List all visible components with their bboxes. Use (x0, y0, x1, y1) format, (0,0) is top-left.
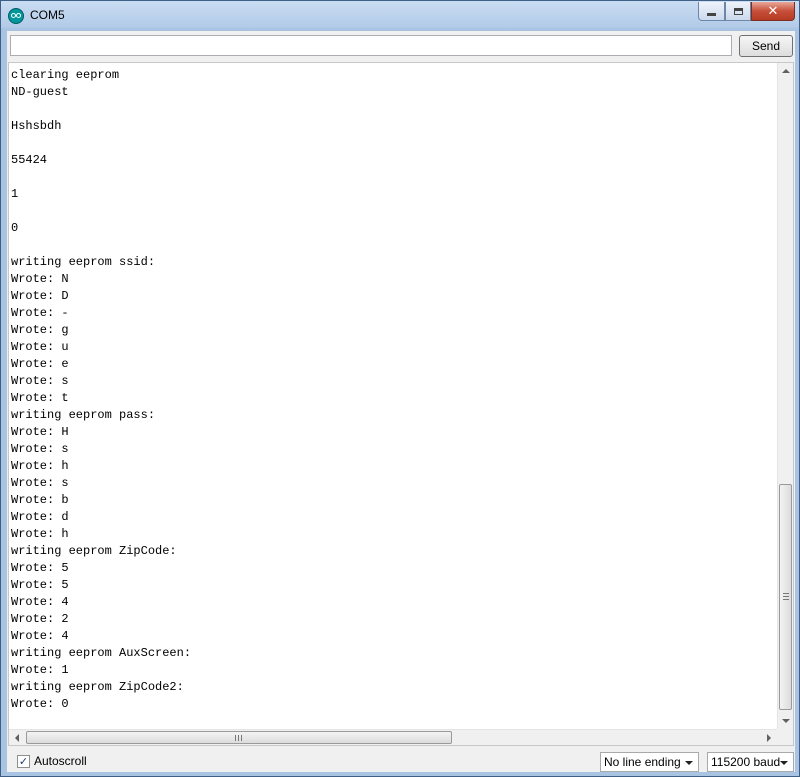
output-line: Wrote: N (11, 272, 69, 286)
output-line: Wrote: 0 (11, 697, 69, 711)
output-line: Wrote: - (11, 306, 69, 320)
check-icon: ✓ (18, 754, 29, 768)
output-line: writing eeprom ssid: (11, 255, 156, 269)
client-area: Send clearing eeprom ND-guest Hshsbdh 55424… (7, 31, 795, 772)
scroll-right-button[interactable] (761, 730, 777, 745)
output-line: Wrote: 4 (11, 595, 69, 609)
minimize-icon (707, 12, 716, 16)
output-line: Wrote: 2 (11, 612, 69, 626)
window-title: COM5 (30, 8, 65, 22)
output-line: Wrote: 1 (11, 663, 69, 677)
scroll-left-button[interactable] (9, 730, 25, 745)
output-line: Wrote: H (11, 425, 69, 439)
scroll-down-button[interactable] (778, 713, 793, 729)
output-line: 55424 (11, 153, 48, 167)
grip-icon (783, 593, 789, 600)
arrow-right-icon (767, 733, 771, 742)
arrow-up-icon (781, 69, 790, 73)
autoscroll-checkbox[interactable]: ✓ (17, 754, 30, 768)
output-line: Wrote: d (11, 510, 69, 524)
title-bar[interactable]: COM5 ✕ (1, 1, 799, 29)
output-line: Wrote: u (11, 340, 69, 354)
output-line: Wrote: e (11, 357, 69, 371)
output-line: Wrote: g (11, 323, 69, 337)
send-input[interactable] (10, 35, 732, 56)
autoscroll-toggle[interactable]: ✓ Autoscroll (17, 754, 87, 768)
output-text: clearing eeprom ND-guest Hshsbdh 55424 1 0 wri… (11, 67, 779, 713)
output-line: Wrote: h (11, 459, 69, 473)
minimize-button[interactable] (698, 2, 725, 21)
arduino-icon (8, 8, 24, 24)
output-line: writing eeprom pass: (11, 408, 156, 422)
grip-icon (235, 735, 242, 741)
bottom-bar: ✓ Autoscroll No line ending 115200 baud (7, 747, 795, 772)
output-line: Wrote: s (11, 374, 69, 388)
arrow-down-icon (781, 719, 790, 723)
baud-rate-value: 115200 baud (711, 755, 781, 769)
output-line: Wrote: s (11, 476, 69, 490)
scroll-up-button[interactable] (778, 63, 793, 79)
output-line: 0 (11, 221, 19, 235)
close-button[interactable]: ✕ (751, 2, 795, 21)
scroll-corner (777, 729, 793, 745)
baud-rate-select[interactable]: 115200 baud (707, 752, 794, 772)
send-button[interactable]: Send (739, 35, 793, 57)
serial-output[interactable]: clearing eeprom ND-guest Hshsbdh 55424 1 0 wri… (8, 62, 794, 746)
autoscroll-label: Autoscroll (34, 754, 87, 768)
output-line: Wrote: D (11, 289, 69, 303)
horizontal-scrollbar[interactable] (9, 729, 777, 745)
output-line: 1 (11, 187, 19, 201)
output-line: Wrote: 5 (11, 578, 69, 592)
serial-monitor-window: COM5 ✕ Send clearing eeprom ND-guest Hshsb… (0, 0, 800, 777)
horizontal-scroll-thumb[interactable] (26, 731, 452, 744)
output-line: Wrote: s (11, 442, 69, 456)
line-ending-select[interactable]: No line ending (600, 752, 699, 772)
output-line: Wrote: 4 (11, 629, 69, 643)
output-line: clearing eeprom (11, 68, 120, 82)
line-ending-value: No line ending (604, 755, 681, 769)
arrow-left-icon (15, 733, 19, 742)
maximize-icon (733, 7, 743, 15)
maximize-button[interactable] (725, 2, 751, 21)
output-line: writing eeprom ZipCode2: (11, 680, 184, 694)
output-line: Wrote: h (11, 527, 69, 541)
output-line: Hshsbdh (11, 119, 62, 133)
close-icon: ✕ (767, 3, 779, 19)
chevron-down-icon (685, 761, 693, 765)
vertical-scroll-thumb[interactable] (779, 484, 792, 710)
output-line: Wrote: b (11, 493, 69, 507)
output-line: Wrote: 5 (11, 561, 69, 575)
vertical-scrollbar[interactable] (777, 63, 793, 729)
output-line: ND-guest (11, 85, 69, 99)
output-line: writing eeprom AuxScreen: (11, 646, 192, 660)
output-line: Wrote: t (11, 391, 69, 405)
output-line: writing eeprom ZipCode: (11, 544, 177, 558)
chevron-down-icon (780, 761, 788, 765)
